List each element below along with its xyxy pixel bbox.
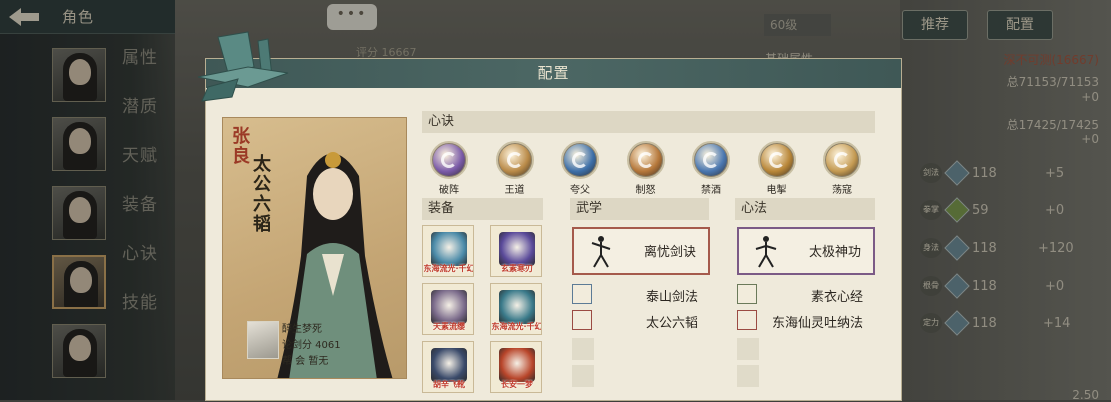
card-info: 醉生梦死 论剑分 4061 帮 会 暂无 [282, 322, 341, 370]
config-modal: 配置 张良 太公六韬 醉生梦死 论剑分 4061 帮 会 暂无 心诀 破阵 王道 夸… [197, 31, 901, 400]
heart-icon [737, 284, 757, 304]
heart-pose-icon [755, 236, 777, 268]
dang-kou-icon [823, 141, 861, 179]
card-nickname: 醉生梦死 [282, 324, 322, 335]
section-martial: 武学 [570, 198, 709, 220]
heart-main-name: 太极神功 [808, 245, 861, 260]
jade-ornament-icon [197, 31, 289, 102]
card-guild: 帮 会 暂无 [282, 356, 329, 367]
character-card: 张良 太公六韬 醉生梦死 论剑分 4061 帮 会 暂无 [222, 117, 407, 379]
heart-icon [737, 310, 757, 330]
section-mindset: 心诀 [422, 111, 875, 133]
heart-slot[interactable]: 东海仙灵吐纳法 [737, 310, 875, 332]
martial-name: 泰山剑法 [645, 290, 698, 305]
mindset-item[interactable]: 制怒 [623, 141, 669, 196]
martial-name: 太公六韬 [645, 316, 698, 331]
mindset-label: 电掣 [766, 185, 787, 196]
martial-slot[interactable]: 太公六韬 [572, 310, 710, 332]
equipment-name: 玄素寒刃 [501, 264, 533, 273]
kua-fu-icon [561, 141, 599, 179]
robe-icon [431, 290, 467, 324]
boots-icon [431, 348, 467, 382]
mindset-label: 破阵 [439, 185, 459, 196]
mindset-item[interactable]: 破阵 [426, 141, 472, 196]
wang-dao-icon [495, 141, 534, 179]
martial-icon [572, 310, 592, 330]
mindset-item[interactable]: 王道 [492, 141, 538, 196]
equipment-slot[interactable]: 胡辛飞靴 [422, 341, 474, 393]
hat-icon [431, 232, 467, 266]
mindset-item[interactable]: 禁酒 [688, 141, 734, 196]
equipment-name: 东海流光·千幻 [423, 264, 474, 273]
empty-slot[interactable] [572, 338, 594, 360]
armor-icon [499, 290, 535, 324]
mindset-label: 制怒 [635, 185, 656, 196]
equipment-slot[interactable]: 东海流光·千幻 [490, 283, 542, 335]
equipment-name: 长安一梦 [501, 380, 533, 389]
mindset-item[interactable]: 夸父 [557, 141, 603, 196]
mindset-item[interactable]: 荡寇 [819, 141, 865, 196]
empty-slot[interactable] [737, 365, 759, 387]
equipment-slot[interactable]: 玄素寒刃 [490, 225, 542, 277]
heart-name: 素衣心经 [810, 290, 863, 305]
jin-jiu-icon [692, 141, 730, 179]
player-avatar[interactable] [247, 321, 279, 359]
card-score: 论剑分 4061 [282, 340, 341, 351]
section-heart: 心法 [735, 198, 875, 220]
mindset-label: 禁酒 [701, 185, 721, 196]
heart-slot[interactable]: 素衣心经 [737, 284, 875, 306]
martial-icon [572, 284, 592, 304]
section-equipment: 装备 [422, 198, 543, 220]
equipment-slot[interactable]: 东海流光·千幻 [422, 225, 474, 277]
equipment-slot[interactable]: 长安一梦 [490, 341, 542, 393]
heart-main-slot[interactable]: 太极神功 [737, 227, 875, 275]
modal-title: 配置 [206, 59, 901, 88]
ring-icon [499, 348, 535, 382]
empty-slot[interactable] [737, 338, 759, 360]
heart-name: 东海仙灵吐纳法 [771, 316, 863, 331]
martial-main-slot[interactable]: 离忧剑诀 [572, 227, 710, 275]
martial-main-name: 离忧剑诀 [643, 245, 696, 260]
mindset-label: 夸父 [570, 185, 590, 196]
martial-pose-icon [591, 236, 611, 268]
zhi-nu-icon [626, 141, 665, 179]
sword-icon [499, 232, 535, 266]
equipment-name: 天素流缨 [433, 322, 465, 331]
mindset-item[interactable]: 电掣 [754, 141, 800, 196]
equipment-name: 东海流光·千幻 [491, 322, 542, 331]
mindset-label: 王道 [504, 185, 525, 196]
dian-che-icon [757, 141, 796, 179]
equipment-slot[interactable]: 天素流缨 [422, 283, 474, 335]
po-zhen-icon [430, 141, 468, 179]
martial-slot[interactable]: 泰山剑法 [572, 284, 710, 306]
empty-slot[interactable] [572, 365, 594, 387]
mindset-label: 荡寇 [832, 185, 852, 196]
equipment-name: 胡辛飞靴 [433, 380, 465, 389]
